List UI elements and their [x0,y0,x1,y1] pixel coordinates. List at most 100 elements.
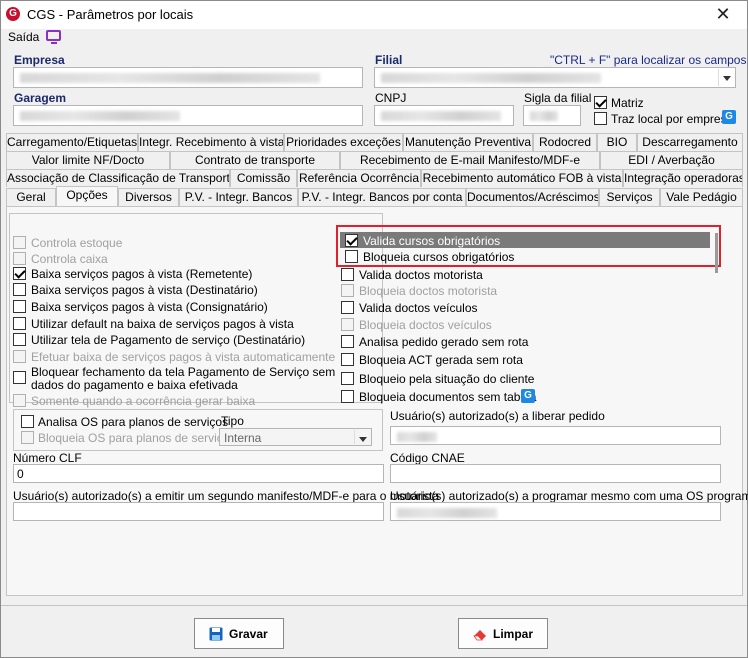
gravar-label: Gravar [229,627,268,641]
tab-integr-recebimento[interactable]: Integr. Recebimento à vista [138,133,284,151]
usuarios-liberar-label: Usuário(s) autorizado(s) a liberar pedid… [390,409,605,423]
tab-geral[interactable]: Geral [6,188,56,206]
tab-rodocred[interactable]: Rodocred [533,133,597,151]
title-bar: G CGS - Parâmetros por locais ✕ [1,1,747,29]
opt-efetuar-baixa-label: Efetuar baixa de serviços pagos à vista … [31,350,336,364]
opt-tela-pagamento-checkbox[interactable] [13,333,26,346]
tab-carregamento-etiquetas[interactable]: Carregamento/Etiquetas [6,133,138,151]
opt-controla-estoque-checkbox[interactable] [13,236,26,249]
tab-edi-averbacao[interactable]: EDI / Averbação [600,151,743,169]
opt-bloqueia-doctos-veiculos-label: Bloqueia doctos veículos [359,318,492,332]
opt-utilizar-default-checkbox[interactable] [13,317,26,330]
tab-recebimento-fob[interactable]: Recebimento automático FOB à vista [421,169,623,187]
window-title: CGS - Parâmetros por locais [27,7,194,22]
opt-bloqueia-act-checkbox[interactable] [341,353,354,366]
opt-baixa-consignatario-label: Baixa serviços pagos à vista (Consignatá… [31,300,268,314]
eraser-icon [473,627,487,641]
tab-descarregamento[interactable]: Descarregamento [637,133,743,151]
opt-bloqueio-situacao-checkbox[interactable] [341,372,354,385]
opt-bloqueio-situacao-label: Bloqueio pela situação do cliente [359,372,535,386]
tab-documentos-acrescimos[interactable]: Documentos/Acréscimos [466,188,599,206]
opt-bloquear-fechamento-label: Bloquear fechamento da tela Pagamento de… [31,365,336,379]
opt-bloqueia-doctos-motorista-label: Bloqueia doctos motorista [359,284,498,298]
codigo-cnae-field[interactable] [390,464,721,483]
empresa-field[interactable] [13,67,363,88]
opt-valida-doctos-motorista-label: Valida doctos motorista [359,268,483,282]
garagem-field[interactable] [13,105,363,126]
chevron-down-icon[interactable] [718,69,734,86]
opt-valida-cursos-checkbox[interactable] [345,234,358,247]
traz-local-label: Traz local por empresa [611,112,734,126]
tab-integracao-operadoras[interactable]: Integração operadoras [623,169,743,187]
opt-somente-ocorrencia-checkbox[interactable] [13,394,26,407]
tab-associacao-classificacao[interactable]: Associação de Classificação de Transport… [6,169,230,187]
opt-tela-pagamento-label: Utilizar tela de Pagamento de serviço (D… [31,333,306,347]
tab-diversos[interactable]: Diversos [118,188,179,206]
tab-comissao[interactable]: Comissão [230,169,297,187]
os-bloqueia-label: Bloqueia OS para planos de serviços [38,431,236,445]
opt-bloqueia-doctos-veiculos-checkbox[interactable] [341,318,354,331]
opt-valida-doctos-veiculos-label: Valida doctos veículos [359,301,478,315]
opt-valida-doctos-motorista-checkbox[interactable] [341,268,354,281]
sigla-field[interactable] [523,105,581,126]
opt-baixa-destinatario-checkbox[interactable] [13,283,26,296]
matriz-checkbox[interactable] [594,96,607,109]
opt-bloquear-fechamento-checkbox[interactable] [13,371,26,384]
options-scrollbar[interactable] [715,233,718,273]
opt-bloqueia-cursos-checkbox[interactable] [345,250,358,263]
tab-vale-pedagio[interactable]: Vale Pedágio [660,188,743,206]
tab-prioridades-excecoes[interactable]: Prioridades exceções [284,133,403,151]
os-bloqueia-checkbox[interactable] [21,431,34,444]
tab-manutencao-preventiva[interactable]: Manutenção Preventiva [403,133,533,151]
opt-controla-estoque-label: Controla estoque [31,236,123,250]
gravar-button[interactable]: Gravar [194,618,284,649]
opt-efetuar-baixa-checkbox[interactable] [13,350,26,363]
search-g-icon[interactable]: G [722,110,736,124]
usuarios-liberar-field[interactable] [390,426,721,445]
opt-baixa-remetente-checkbox[interactable] [13,267,26,280]
opt-analisa-pedido-label: Analisa pedido gerado sem rota [359,335,529,349]
numero-clf-field[interactable]: 0 [13,464,384,483]
os-tipo-value: Interna [224,431,262,445]
os-tipo-select[interactable]: Interna [219,428,372,446]
tab-recebimento-email[interactable]: Recebimento de E-mail Manifesto/MDF-e [340,151,600,169]
cnpj-field[interactable] [374,105,514,126]
opt-analisa-pedido-checkbox[interactable] [341,335,354,348]
close-button[interactable]: ✕ [703,1,743,29]
segundo-manifesto-label: Usuário(s) autorizado(s) a emitir um seg… [13,489,440,503]
programar-os-field[interactable] [390,502,721,521]
tab-contrato-transporte[interactable]: Contrato de transporte [170,151,340,169]
menu-saida[interactable]: Saída [8,30,39,44]
opt-controla-caixa-checkbox[interactable] [13,252,26,265]
garagem-label: Garagem [14,91,67,105]
chevron-down-icon[interactable] [354,430,370,444]
tab-bio[interactable]: BIO [597,133,637,151]
save-icon [209,627,223,641]
tab-servicos[interactable]: Serviços [599,188,660,206]
limpar-button[interactable]: Limpar [458,618,548,649]
monitor-icon[interactable] [46,30,61,44]
segundo-manifesto-field[interactable] [13,502,384,521]
opt-bloqueia-doctos-motorista-checkbox[interactable] [341,284,354,297]
tab-pv-integr-bancos[interactable]: P.V. - Integr. Bancos [179,188,298,206]
tab-referencia-ocorrencia[interactable]: Referência Ocorrência [297,169,421,187]
programar-os-label: Usuário(s) autorizado(s) a programar mes… [390,489,748,503]
search-g-icon[interactable]: G [521,389,535,403]
tab-pv-integr-bancos-conta[interactable]: P.V. - Integr. Bancos por conta [298,188,466,206]
opt-valida-cursos-label: Valida cursos obrigatórios [363,234,501,248]
opt-valida-doctos-veiculos-checkbox[interactable] [341,301,354,314]
numero-clf-label: Número CLF [13,451,82,465]
opt-bloqueia-documentos-checkbox[interactable] [341,390,354,403]
empresa-label: Empresa [14,53,65,67]
main-window: G CGS - Parâmetros por locais ✕ Saída Em… [0,0,748,658]
filial-select[interactable] [374,67,736,88]
footer-separator [1,605,747,606]
app-logo-icon: G [6,7,20,21]
filial-label: Filial [375,53,403,67]
tab-valor-limite-nf[interactable]: Valor limite NF/Docto [6,151,170,169]
opt-baixa-consignatario-checkbox[interactable] [13,300,26,313]
opt-utilizar-default-label: Utilizar default na baixa de serviços pa… [31,317,294,331]
traz-local-checkbox[interactable] [594,112,607,125]
tab-opcoes[interactable]: Opções [56,186,118,206]
os-analisa-checkbox[interactable] [21,415,34,428]
